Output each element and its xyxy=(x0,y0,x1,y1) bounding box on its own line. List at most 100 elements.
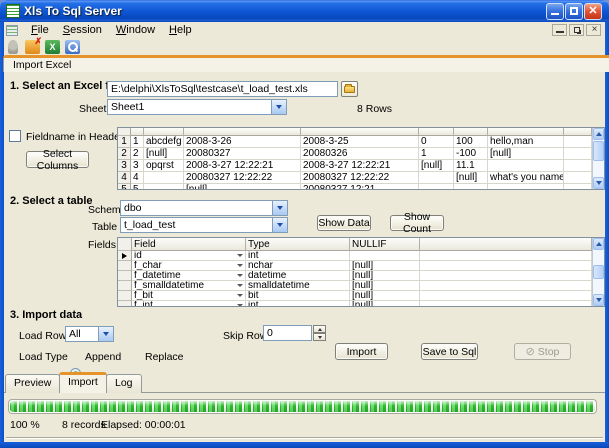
cell xyxy=(454,184,488,189)
tab-import[interactable]: Import xyxy=(59,372,107,393)
column-header[interactable]: NULLIF xyxy=(350,238,420,251)
tab-log[interactable]: Log xyxy=(106,374,142,393)
mdi-child-icon xyxy=(6,25,18,36)
cell xyxy=(144,172,184,184)
chevron-down-icon[interactable] xyxy=(237,264,243,267)
disconnect-icon[interactable] xyxy=(25,40,40,54)
cell: abcdefg xyxy=(144,136,184,148)
chevron-down-icon[interactable] xyxy=(237,284,243,287)
cell[interactable]: [null] xyxy=(350,281,420,291)
cell: 0 xyxy=(419,136,454,148)
scroll-down-icon[interactable] xyxy=(593,177,604,189)
scroll-down-icon[interactable] xyxy=(593,294,604,306)
mdi-close-button[interactable]: × xyxy=(586,24,601,36)
cell[interactable]: f_bit xyxy=(132,291,246,301)
cell[interactable] xyxy=(350,251,420,261)
show-count-button[interactable]: Show Count xyxy=(390,215,444,231)
table-select[interactable]: t_load_test xyxy=(120,217,288,233)
excel-icon[interactable]: X xyxy=(45,40,60,54)
scroll-up-icon[interactable] xyxy=(593,238,604,250)
mdi-restore-button[interactable] xyxy=(569,24,584,36)
maximize-button[interactable] xyxy=(565,3,583,20)
menu-help[interactable]: Help xyxy=(162,23,199,37)
title-bar[interactable]: Xls To Sql Server ✕ xyxy=(0,0,609,22)
cell[interactable]: [null] xyxy=(350,261,420,271)
progress-fill xyxy=(10,401,595,412)
scroll-up-icon[interactable] xyxy=(593,128,604,140)
fields-grid-scrollbar[interactable] xyxy=(592,238,604,306)
cell: 20080326 xyxy=(301,148,419,160)
tab-import-excel[interactable]: Import Excel xyxy=(3,55,609,72)
table-row[interactable]: 33opqrst2008-3-27 12:22:212008-3-27 12:2… xyxy=(118,160,592,172)
schema-select[interactable]: dbo xyxy=(120,200,288,216)
scrollbar-thumb[interactable] xyxy=(593,141,604,161)
schema-value: dbo xyxy=(121,201,272,215)
chevron-down-icon[interactable] xyxy=(271,100,286,114)
browse-file-button[interactable] xyxy=(341,81,358,97)
tab-preview[interactable]: Preview xyxy=(5,374,60,393)
skip-rows-input[interactable] xyxy=(263,325,312,341)
cell[interactable]: f_datetime xyxy=(132,271,246,281)
chevron-down-icon[interactable] xyxy=(237,304,243,306)
fieldname-header-checkbox[interactable] xyxy=(9,130,21,142)
section3-title: 3. Import data xyxy=(10,309,82,321)
table-row[interactable]: f_smalldatetime smalldatetime [null] xyxy=(118,281,592,291)
skip-rows-stepper[interactable] xyxy=(313,325,326,341)
menu-session[interactable]: Session xyxy=(56,23,109,37)
cell: ... xyxy=(144,184,184,189)
sheet-value: Sheet1 xyxy=(108,100,271,114)
chevron-down-icon[interactable] xyxy=(272,218,287,232)
table-row[interactable]: 11abcdefg2008-3-262008-3-250100hello,man xyxy=(118,136,592,148)
cell[interactable]: [null] xyxy=(350,271,420,281)
mdi-minimize-button[interactable] xyxy=(552,24,567,36)
chevron-down-icon[interactable] xyxy=(237,254,243,257)
cell[interactable]: [null] xyxy=(350,301,420,306)
replace-label: Replace xyxy=(145,351,184,363)
load-rows-label: Load Rows xyxy=(19,330,72,342)
minimize-button[interactable] xyxy=(546,3,564,20)
save-to-sql-button[interactable]: Save to Sql xyxy=(421,343,478,360)
cell xyxy=(488,160,564,172)
import-button[interactable]: Import xyxy=(335,343,388,360)
cell: 4 xyxy=(131,172,144,184)
menu-window[interactable]: Window xyxy=(109,23,162,37)
cell[interactable]: [null] xyxy=(350,291,420,301)
connect-icon[interactable] xyxy=(8,40,18,54)
cell: 2008-3-27 12:22:21 xyxy=(184,160,301,172)
column-header[interactable]: Type xyxy=(246,238,350,251)
table-row[interactable]: f_char nchar [null] xyxy=(118,261,592,271)
sheet-select[interactable]: Sheet1 xyxy=(107,99,287,115)
table-row[interactable]: id int xyxy=(118,251,592,261)
show-data-button[interactable]: Show Data xyxy=(317,215,371,231)
table-row[interactable]: f_bit bit [null] xyxy=(118,291,592,301)
chevron-down-icon[interactable] xyxy=(237,274,243,277)
cell[interactable]: f_int xyxy=(132,301,246,306)
table-row[interactable]: 55...[null]20080327 12:21 xyxy=(118,184,592,189)
load-rows-select[interactable]: All xyxy=(65,326,114,342)
select-columns-button[interactable]: Select Columns xyxy=(26,151,89,168)
cell: nchar xyxy=(246,261,350,271)
progress-bar xyxy=(8,399,597,414)
close-button[interactable]: ✕ xyxy=(584,3,602,20)
cell: 20080327 12:22:22 xyxy=(184,172,301,184)
table-row[interactable]: f_datetime datetime [null] xyxy=(118,271,592,281)
scrollbar-thumb[interactable] xyxy=(593,265,604,279)
spin-down-icon[interactable] xyxy=(313,333,326,341)
excel-file-input[interactable] xyxy=(107,81,338,97)
chevron-down-icon[interactable] xyxy=(98,327,113,341)
cell[interactable]: f_smalldatetime xyxy=(132,281,246,291)
spin-up-icon[interactable] xyxy=(313,325,326,333)
chevron-down-icon[interactable] xyxy=(272,201,287,215)
preview-grid-scrollbar[interactable] xyxy=(592,128,604,189)
table-row[interactable]: 4420080327 12:22:2220080327 12:22:22[nul… xyxy=(118,172,592,184)
query-icon[interactable] xyxy=(65,40,80,54)
column-header[interactable]: Field xyxy=(132,238,246,251)
table-row[interactable]: f_int int [null] xyxy=(118,301,592,306)
table-row[interactable]: 22[null]20080327200803261-100[null] xyxy=(118,148,592,160)
cell: 20080327 12:22:22 xyxy=(301,172,419,184)
cell: 2008-3-25 xyxy=(301,136,419,148)
cell[interactable]: id xyxy=(132,251,246,261)
cell[interactable]: f_char xyxy=(132,261,246,271)
preview-grid-header xyxy=(118,128,592,136)
chevron-down-icon[interactable] xyxy=(237,294,243,297)
